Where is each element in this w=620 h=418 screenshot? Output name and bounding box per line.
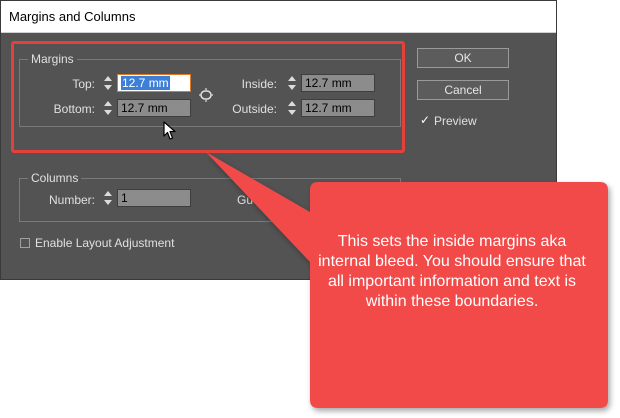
annotation-callout [206, 152, 608, 408]
annotation-text: This sets the inside margins aka interna… [318, 233, 586, 310]
